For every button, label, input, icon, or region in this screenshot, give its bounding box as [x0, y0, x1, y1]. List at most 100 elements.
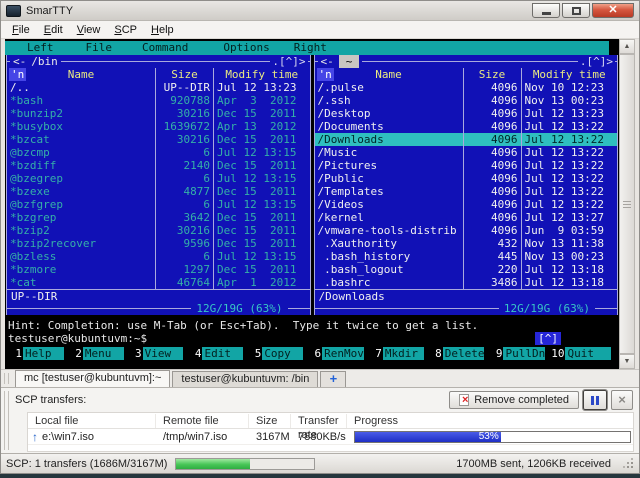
- session-tab-1[interactable]: testuser@kubuntuvm: /bin: [172, 371, 318, 387]
- file-row[interactable]: /Pictures4096Jul 12 13:22: [315, 159, 618, 172]
- file-row[interactable]: @bzegrep6Jul 12 13:15: [7, 172, 310, 185]
- file-row[interactable]: .bash_history445Nov 13 00:23: [315, 250, 618, 263]
- file-row[interactable]: *bzip2recover9596Dec 15 2011: [7, 237, 310, 250]
- close-button[interactable]: ✕: [592, 3, 634, 18]
- fkey-mkdir[interactable]: 7Mkdir: [370, 347, 430, 360]
- menu-edit[interactable]: Edit: [37, 22, 70, 38]
- menu-help[interactable]: Help: [144, 22, 181, 38]
- file-row[interactable]: @bzless6Jul 12 13:15: [7, 250, 310, 263]
- file-row[interactable]: /Public4096Jul 12 13:22: [315, 172, 618, 185]
- transfer-row[interactable]: ↑e:\win7.iso/tmp/win7.iso3167M7880KB/s53…: [28, 429, 633, 445]
- panel-path-left[interactable]: /bin: [31, 55, 58, 68]
- mc-menu-right[interactable]: Right: [294, 41, 327, 55]
- file-row[interactable]: /Desktop4096Jul 12 13:23: [315, 107, 618, 120]
- file-row[interactable]: *bzcat30216Dec 15 2011: [7, 133, 310, 146]
- terminal-scrollbar[interactable]: ▲ ▼: [619, 39, 635, 369]
- column-header-name[interactable]: 'nName: [315, 68, 463, 81]
- menu-file[interactable]: File: [5, 22, 37, 38]
- fkey-help[interactable]: 1Help: [10, 347, 70, 360]
- scrollbar-thumb[interactable]: [619, 54, 635, 354]
- file-mtime: Jul 12 13:22: [521, 133, 618, 146]
- resize-grip-icon[interactable]: [623, 458, 634, 469]
- file-row[interactable]: /kernel4096Jul 12 13:27: [315, 211, 618, 224]
- file-row[interactable]: /Downloads4096Jul 12 13:22: [315, 133, 618, 146]
- fkey-copy[interactable]: 5Copy: [249, 347, 309, 360]
- status-traffic-text: 1700MB sent, 1206KB received: [456, 458, 611, 470]
- scp-transfers-panel: SCP transfers: Remove completed × Local …: [1, 387, 639, 453]
- file-row[interactable]: .Xauthority432Nov 13 11:38: [315, 237, 618, 250]
- file-row[interactable]: /Templates4096Jul 12 13:22: [315, 185, 618, 198]
- column-header-size[interactable]: Size: [155, 68, 213, 81]
- file-row[interactable]: /Music4096Jul 12 13:22: [315, 146, 618, 159]
- scp-transfers-table: Local fileRemote fileSizeTransfer ratePr…: [27, 412, 634, 452]
- file-mtime: Dec 15 2011: [213, 107, 310, 120]
- file-row[interactable]: /.pulse4096Nov 10 12:23: [315, 81, 618, 94]
- scp-column-remote[interactable]: Remote file: [156, 414, 249, 428]
- fkey-quit[interactable]: 10Quit: [551, 347, 611, 360]
- file-row[interactable]: *cat46764Apr 1 2012: [7, 276, 310, 289]
- fkey-view[interactable]: 3View: [130, 347, 190, 360]
- maximize-button[interactable]: [562, 3, 590, 18]
- column-header-mtime[interactable]: Modify time: [521, 68, 618, 81]
- panel-path-right[interactable]: ~: [339, 55, 360, 68]
- file-row[interactable]: /Videos4096Jul 12 13:22: [315, 198, 618, 211]
- panel-title-arrow-left: <-: [13, 55, 26, 68]
- scp-column-prog[interactable]: Progress: [347, 414, 633, 428]
- new-tab-button[interactable]: +: [320, 371, 346, 387]
- remove-completed-button[interactable]: Remove completed: [449, 391, 579, 409]
- file-row[interactable]: @bzfgrep6Jul 12 13:15: [7, 198, 310, 211]
- menu-scp[interactable]: SCP: [107, 22, 144, 38]
- file-row[interactable]: *bunzip230216Dec 15 2011: [7, 107, 310, 120]
- column-header-size[interactable]: Size: [463, 68, 521, 81]
- column-header-mtime[interactable]: Modify time: [213, 68, 310, 81]
- fkey-pulldn[interactable]: 9PullDn: [490, 347, 551, 360]
- file-row[interactable]: *busybox1639672Apr 13 2012: [7, 120, 310, 133]
- file-row[interactable]: /..UP--DIRJul 12 13:23: [7, 81, 310, 94]
- scp-column-local[interactable]: Local file: [28, 414, 156, 428]
- file-row[interactable]: /.ssh4096Nov 13 00:23: [315, 94, 618, 107]
- file-size: 6: [155, 146, 213, 159]
- fkey-menu[interactable]: 2Menu: [70, 347, 130, 360]
- mc-menu-left[interactable]: Left: [27, 41, 54, 55]
- file-row[interactable]: *bzdiff2140Dec 15 2011: [7, 159, 310, 172]
- scp-column-size[interactable]: Size: [249, 414, 291, 428]
- session-tab-0[interactable]: mc [testuser@kubuntuvm]:~: [15, 370, 170, 387]
- titlebar[interactable]: SmarTTY ✕: [1, 1, 639, 21]
- transfer-progress-fill: 53%: [355, 432, 501, 442]
- file-row[interactable]: /Documents4096Jul 12 13:22: [315, 120, 618, 133]
- file-row[interactable]: *bash920788Apr 3 2012: [7, 94, 310, 107]
- pause-transfers-button[interactable]: [583, 390, 607, 410]
- file-name: @bzegrep: [7, 172, 155, 185]
- file-row[interactable]: *bzip230216Dec 15 2011: [7, 224, 310, 237]
- menu-view[interactable]: View: [70, 22, 108, 38]
- scrollbar-up-icon[interactable]: ▲: [619, 39, 635, 54]
- fkey-number: 9: [490, 347, 503, 360]
- file-row[interactable]: *bzexe4877Dec 15 2011: [7, 185, 310, 198]
- mc-menu-command[interactable]: Command: [142, 41, 188, 55]
- fkey-renmov[interactable]: 6RenMov: [309, 347, 370, 360]
- file-row[interactable]: /vmware-tools-distrib4096Jun 9 03:59: [315, 224, 618, 237]
- file-size: 3486: [463, 276, 521, 289]
- scrollbar-down-icon[interactable]: ▼: [619, 354, 635, 369]
- close-scp-panel-button[interactable]: ×: [611, 390, 633, 410]
- shell-prompt-line[interactable]: testuser@kubuntuvm:~$ [^]: [5, 332, 619, 345]
- file-row[interactable]: .bashrc3486Jul 12 13:18: [315, 276, 618, 289]
- fkey-number: 5: [249, 347, 262, 360]
- file-row[interactable]: *bzmore1297Dec 15 2011: [7, 263, 310, 276]
- fkey-edit[interactable]: 4Edit: [189, 347, 249, 360]
- mc-menu-options[interactable]: Options: [223, 41, 269, 55]
- transfer-rate: 7880KB/s: [291, 430, 347, 444]
- fkey-delete[interactable]: 8Delete: [430, 347, 491, 360]
- scp-column-rate[interactable]: Transfer rate: [291, 414, 347, 428]
- mc-menu-file[interactable]: File: [86, 41, 113, 55]
- file-row[interactable]: @bzcmp6Jul 12 13:15: [7, 146, 310, 159]
- file-name: /Music: [315, 146, 463, 159]
- column-header-name[interactable]: 'nName: [7, 68, 155, 81]
- terminal-view[interactable]: LeftFileCommandOptionsRight <-/bin.[^]>'…: [5, 39, 635, 369]
- file-row[interactable]: *bzgrep3642Dec 15 2011: [7, 211, 310, 224]
- file-name: *bzexe: [7, 185, 155, 198]
- transfer-size: 3167M: [249, 430, 291, 444]
- minimize-button[interactable]: [532, 3, 560, 18]
- app-icon: [6, 5, 21, 17]
- file-row[interactable]: .bash_logout220Jul 12 13:18: [315, 263, 618, 276]
